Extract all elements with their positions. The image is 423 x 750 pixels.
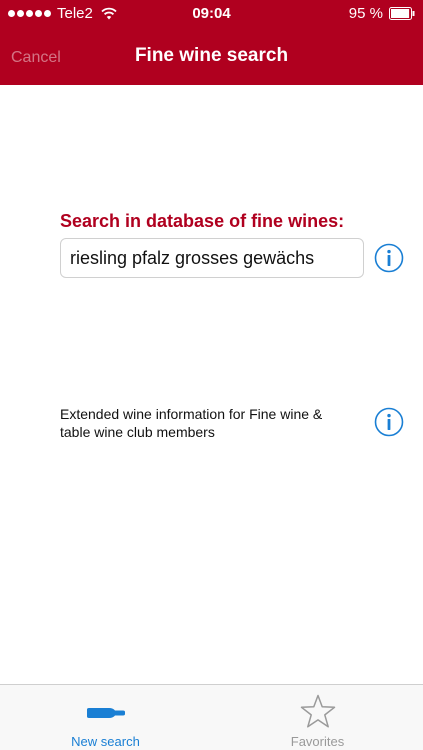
battery-icon — [389, 7, 415, 20]
tab-bar: New search Favorites — [0, 684, 423, 750]
battery-percent: 95 % — [348, 5, 383, 22]
tab-favorites[interactable]: Favorites — [212, 685, 423, 750]
app-header: Tele2 09:04 95 % Cancel Fine wine search — [0, 0, 423, 85]
status-right: 95 % — [349, 5, 415, 22]
extended-info-text: Extended wine information for Fine wine … — [60, 406, 323, 440]
info-icon[interactable] — [374, 243, 404, 273]
info-icon[interactable] — [374, 407, 404, 437]
search-label: Search in database of fine wines: — [60, 211, 345, 231]
navigation-bar: Cancel Fine wine search — [0, 28, 423, 85]
tab-label: Favorites — [290, 734, 345, 749]
star-icon — [300, 694, 335, 728]
page-title: Fine wine search — [134, 45, 289, 66]
tab-new-search[interactable]: New search — [0, 685, 211, 750]
bottle-icon — [86, 708, 125, 718]
search-input[interactable] — [60, 238, 364, 278]
tab-label: New search — [71, 734, 140, 749]
status-bar: Tele2 09:04 95 % — [0, 0, 423, 28]
